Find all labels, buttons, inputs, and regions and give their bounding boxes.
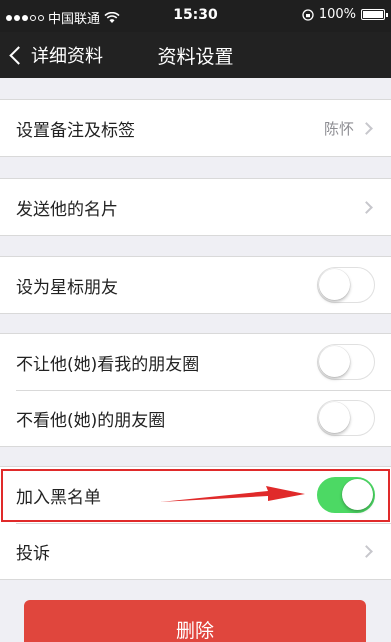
cell-label: 投诉 [16, 543, 50, 564]
cell-label: 设为星标朋友 [16, 277, 118, 298]
cell-label: 设置备注及标签 [16, 120, 135, 141]
chevron-right-icon [360, 200, 373, 214]
status-bar: 中国联通 15:30 100% [0, 0, 391, 32]
chevron-right-icon [360, 121, 373, 135]
nav-bar: 详细资料 资料设置 [0, 32, 391, 78]
delete-label: 删除 [175, 620, 214, 642]
page-title: 资料设置 [157, 46, 234, 68]
battery-icon [361, 9, 388, 20]
cell-label: 不看他(她)的朋友圈 [16, 410, 166, 431]
star-toggle[interactable] [317, 267, 375, 303]
hide-my-moments-toggle[interactable] [317, 344, 375, 380]
group-star: 设为星标朋友 [0, 256, 391, 314]
cell-label: 发送他的名片 [16, 199, 118, 220]
cell-send-card[interactable]: 发送他的名片 [0, 179, 391, 235]
status-right: 100% [302, 7, 388, 22]
remark-value: 陈怀 [323, 119, 354, 138]
cell-ignore-moments: 不看他(她)的朋友圈 [0, 390, 391, 446]
cell-report[interactable]: 投诉 [0, 523, 391, 579]
hide-their-moments-toggle[interactable] [317, 400, 375, 436]
cell-set-remark[interactable]: 设置备注及标签 陈怀 [0, 100, 391, 156]
blacklist-toggle[interactable] [317, 477, 375, 513]
cell-hide-moments: 不让他(她)看我的朋友圈 [0, 334, 391, 390]
cell-star-friend: 设为星标朋友 [0, 257, 391, 313]
chevron-right-icon [360, 544, 373, 558]
battery-percent: 100% [318, 7, 356, 22]
cell-label: 加入黑名单 [16, 487, 101, 508]
cell-blacklist: 加入黑名单 [0, 467, 391, 523]
lock-rotation-icon [302, 8, 314, 21]
delete-button[interactable]: 删除 [24, 600, 366, 642]
group-blacklist: 加入黑名单 投诉 [0, 466, 391, 580]
group-send-card: 发送他的名片 [0, 178, 391, 236]
group-remark: 设置备注及标签 陈怀 [0, 99, 391, 157]
cell-label: 不让他(她)看我的朋友圈 [16, 354, 200, 375]
group-privacy: 不让他(她)看我的朋友圈 不看他(她)的朋友圈 [0, 333, 391, 447]
